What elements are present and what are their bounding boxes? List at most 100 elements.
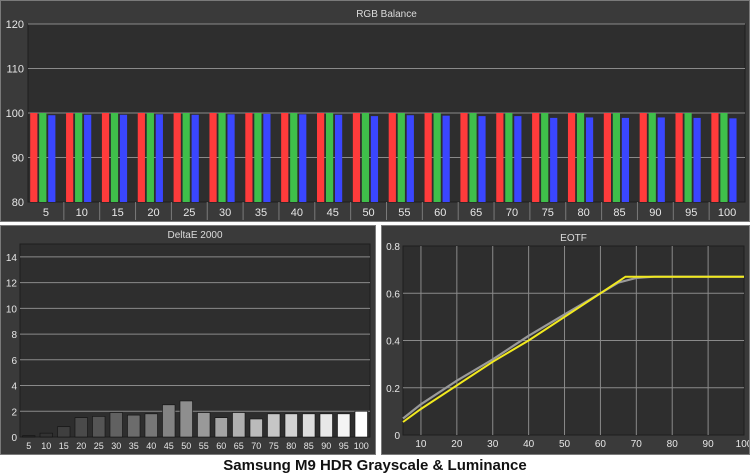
x-tick-label: 55 bbox=[199, 441, 209, 451]
red-bar bbox=[603, 113, 611, 202]
x-tick-label: 35 bbox=[129, 441, 139, 451]
y-tick-label: 0.2 bbox=[386, 384, 400, 395]
x-tick-label: 70 bbox=[631, 439, 643, 450]
x-tick-label: 45 bbox=[327, 207, 339, 219]
x-tick-label: 95 bbox=[685, 207, 697, 219]
x-tick-label: 70 bbox=[251, 441, 261, 451]
blue-bar bbox=[693, 117, 701, 202]
blue-bar bbox=[335, 114, 343, 202]
x-tick-label: 40 bbox=[291, 207, 303, 219]
green-bar bbox=[612, 113, 620, 202]
red-bar bbox=[30, 113, 38, 202]
blue-bar bbox=[370, 116, 379, 202]
figure-caption: Samsung M9 HDR Grayscale & Luminance bbox=[223, 457, 527, 474]
deltae-bar bbox=[162, 404, 176, 438]
x-tick-label: 30 bbox=[219, 207, 231, 219]
blue-bar bbox=[191, 114, 199, 202]
x-tick-label: 20 bbox=[147, 207, 159, 219]
y-tick-label: 10 bbox=[6, 304, 18, 315]
red-bar bbox=[101, 113, 110, 202]
red-bar bbox=[317, 113, 325, 202]
red-bar bbox=[352, 113, 361, 202]
blue-bar bbox=[406, 115, 414, 202]
x-tick-label: 100 bbox=[736, 439, 749, 450]
deltae-bar bbox=[92, 416, 106, 438]
x-tick-label: 15 bbox=[59, 441, 69, 451]
eotf-chart: EOTF 0 0.2 0.4 0.6 0.8 10 20 30 40 50 60 70 80 90 100 bbox=[386, 233, 749, 450]
red-bar bbox=[567, 113, 576, 202]
x-tick-label: 50 bbox=[559, 439, 571, 450]
x-tick-label: 55 bbox=[398, 207, 410, 219]
plot-area bbox=[19, 243, 371, 438]
green-bar bbox=[541, 113, 549, 202]
x-tick-label: 65 bbox=[234, 441, 244, 451]
chart-title: DeltaE 2000 bbox=[167, 230, 222, 241]
x-tick-label: 90 bbox=[649, 207, 661, 219]
y-tick-label: 0.6 bbox=[386, 289, 400, 300]
green-bar bbox=[326, 113, 334, 202]
x-tick-label: 80 bbox=[667, 439, 679, 450]
x-tick-label: 40 bbox=[523, 439, 535, 450]
deltae-bar bbox=[354, 410, 368, 438]
x-tick-label: 20 bbox=[76, 441, 86, 451]
blue-bar bbox=[227, 114, 235, 202]
blue-bar bbox=[585, 117, 594, 202]
eotf-panel: EOTF 0 0.2 0.4 0.6 0.8 10 20 30 40 50 60 70 80 90 100 bbox=[381, 225, 750, 455]
x-tick-label: 65 bbox=[470, 207, 482, 219]
green-bar bbox=[182, 113, 190, 202]
deltae-bar bbox=[267, 413, 281, 438]
x-tick-label: 15 bbox=[112, 207, 124, 219]
green-bar bbox=[576, 113, 585, 202]
x-tick-label: 100 bbox=[718, 207, 736, 219]
blue-bar bbox=[155, 114, 163, 202]
red-bar bbox=[711, 113, 719, 202]
deltae-bar bbox=[109, 412, 123, 438]
green-bar bbox=[361, 113, 370, 202]
blue-bar bbox=[478, 116, 486, 202]
y-tick-label: 0 bbox=[394, 431, 400, 442]
x-tick-label: 45 bbox=[164, 441, 174, 451]
x-tick-label: 20 bbox=[451, 439, 463, 450]
blue-bar bbox=[729, 118, 737, 202]
x-tick-label: 50 bbox=[181, 441, 191, 451]
y-tick-label: 100 bbox=[6, 108, 24, 120]
x-tick-label: 60 bbox=[595, 439, 607, 450]
green-bar bbox=[397, 113, 405, 202]
deltae-bar bbox=[214, 417, 228, 438]
red-bar bbox=[639, 113, 647, 202]
red-bar bbox=[496, 113, 504, 202]
x-tick-label: 35 bbox=[255, 207, 267, 219]
green-bar bbox=[39, 113, 47, 202]
x-tick-label: 75 bbox=[542, 207, 554, 219]
x-tick-label: 30 bbox=[111, 441, 121, 451]
deltae-bar bbox=[144, 413, 158, 438]
deltae-bar bbox=[319, 413, 333, 438]
blue-bar bbox=[514, 116, 522, 202]
blue-bar bbox=[84, 114, 92, 202]
y-tick-label: 110 bbox=[6, 64, 24, 76]
deltae-bar bbox=[249, 418, 263, 438]
y-tick-label: 0.8 bbox=[386, 242, 400, 253]
deltae-bar bbox=[197, 412, 211, 438]
x-tick-label: 80 bbox=[286, 441, 296, 451]
x-tick-label: 60 bbox=[434, 207, 446, 219]
x-tick-label: 95 bbox=[339, 441, 349, 451]
x-tick-label: 60 bbox=[216, 441, 226, 451]
chart-title: EOTF bbox=[560, 233, 587, 244]
x-tick-label: 100 bbox=[354, 441, 369, 451]
x-tick-label: 50 bbox=[362, 207, 374, 219]
red-bar bbox=[388, 113, 396, 202]
blue-bar bbox=[621, 117, 629, 202]
red-bar bbox=[66, 113, 74, 202]
red-bar bbox=[173, 113, 181, 202]
deltae-bar bbox=[22, 435, 36, 438]
chart-title: RGB Balance bbox=[356, 9, 417, 20]
x-tick-label: 25 bbox=[94, 441, 104, 451]
deltae-bar bbox=[179, 400, 193, 438]
deltae-bar bbox=[127, 414, 141, 438]
green-bar bbox=[505, 113, 513, 202]
x-tick-label: 85 bbox=[304, 441, 314, 451]
red-bar bbox=[675, 113, 683, 202]
red-bar bbox=[460, 113, 468, 202]
blue-bar bbox=[550, 117, 558, 202]
